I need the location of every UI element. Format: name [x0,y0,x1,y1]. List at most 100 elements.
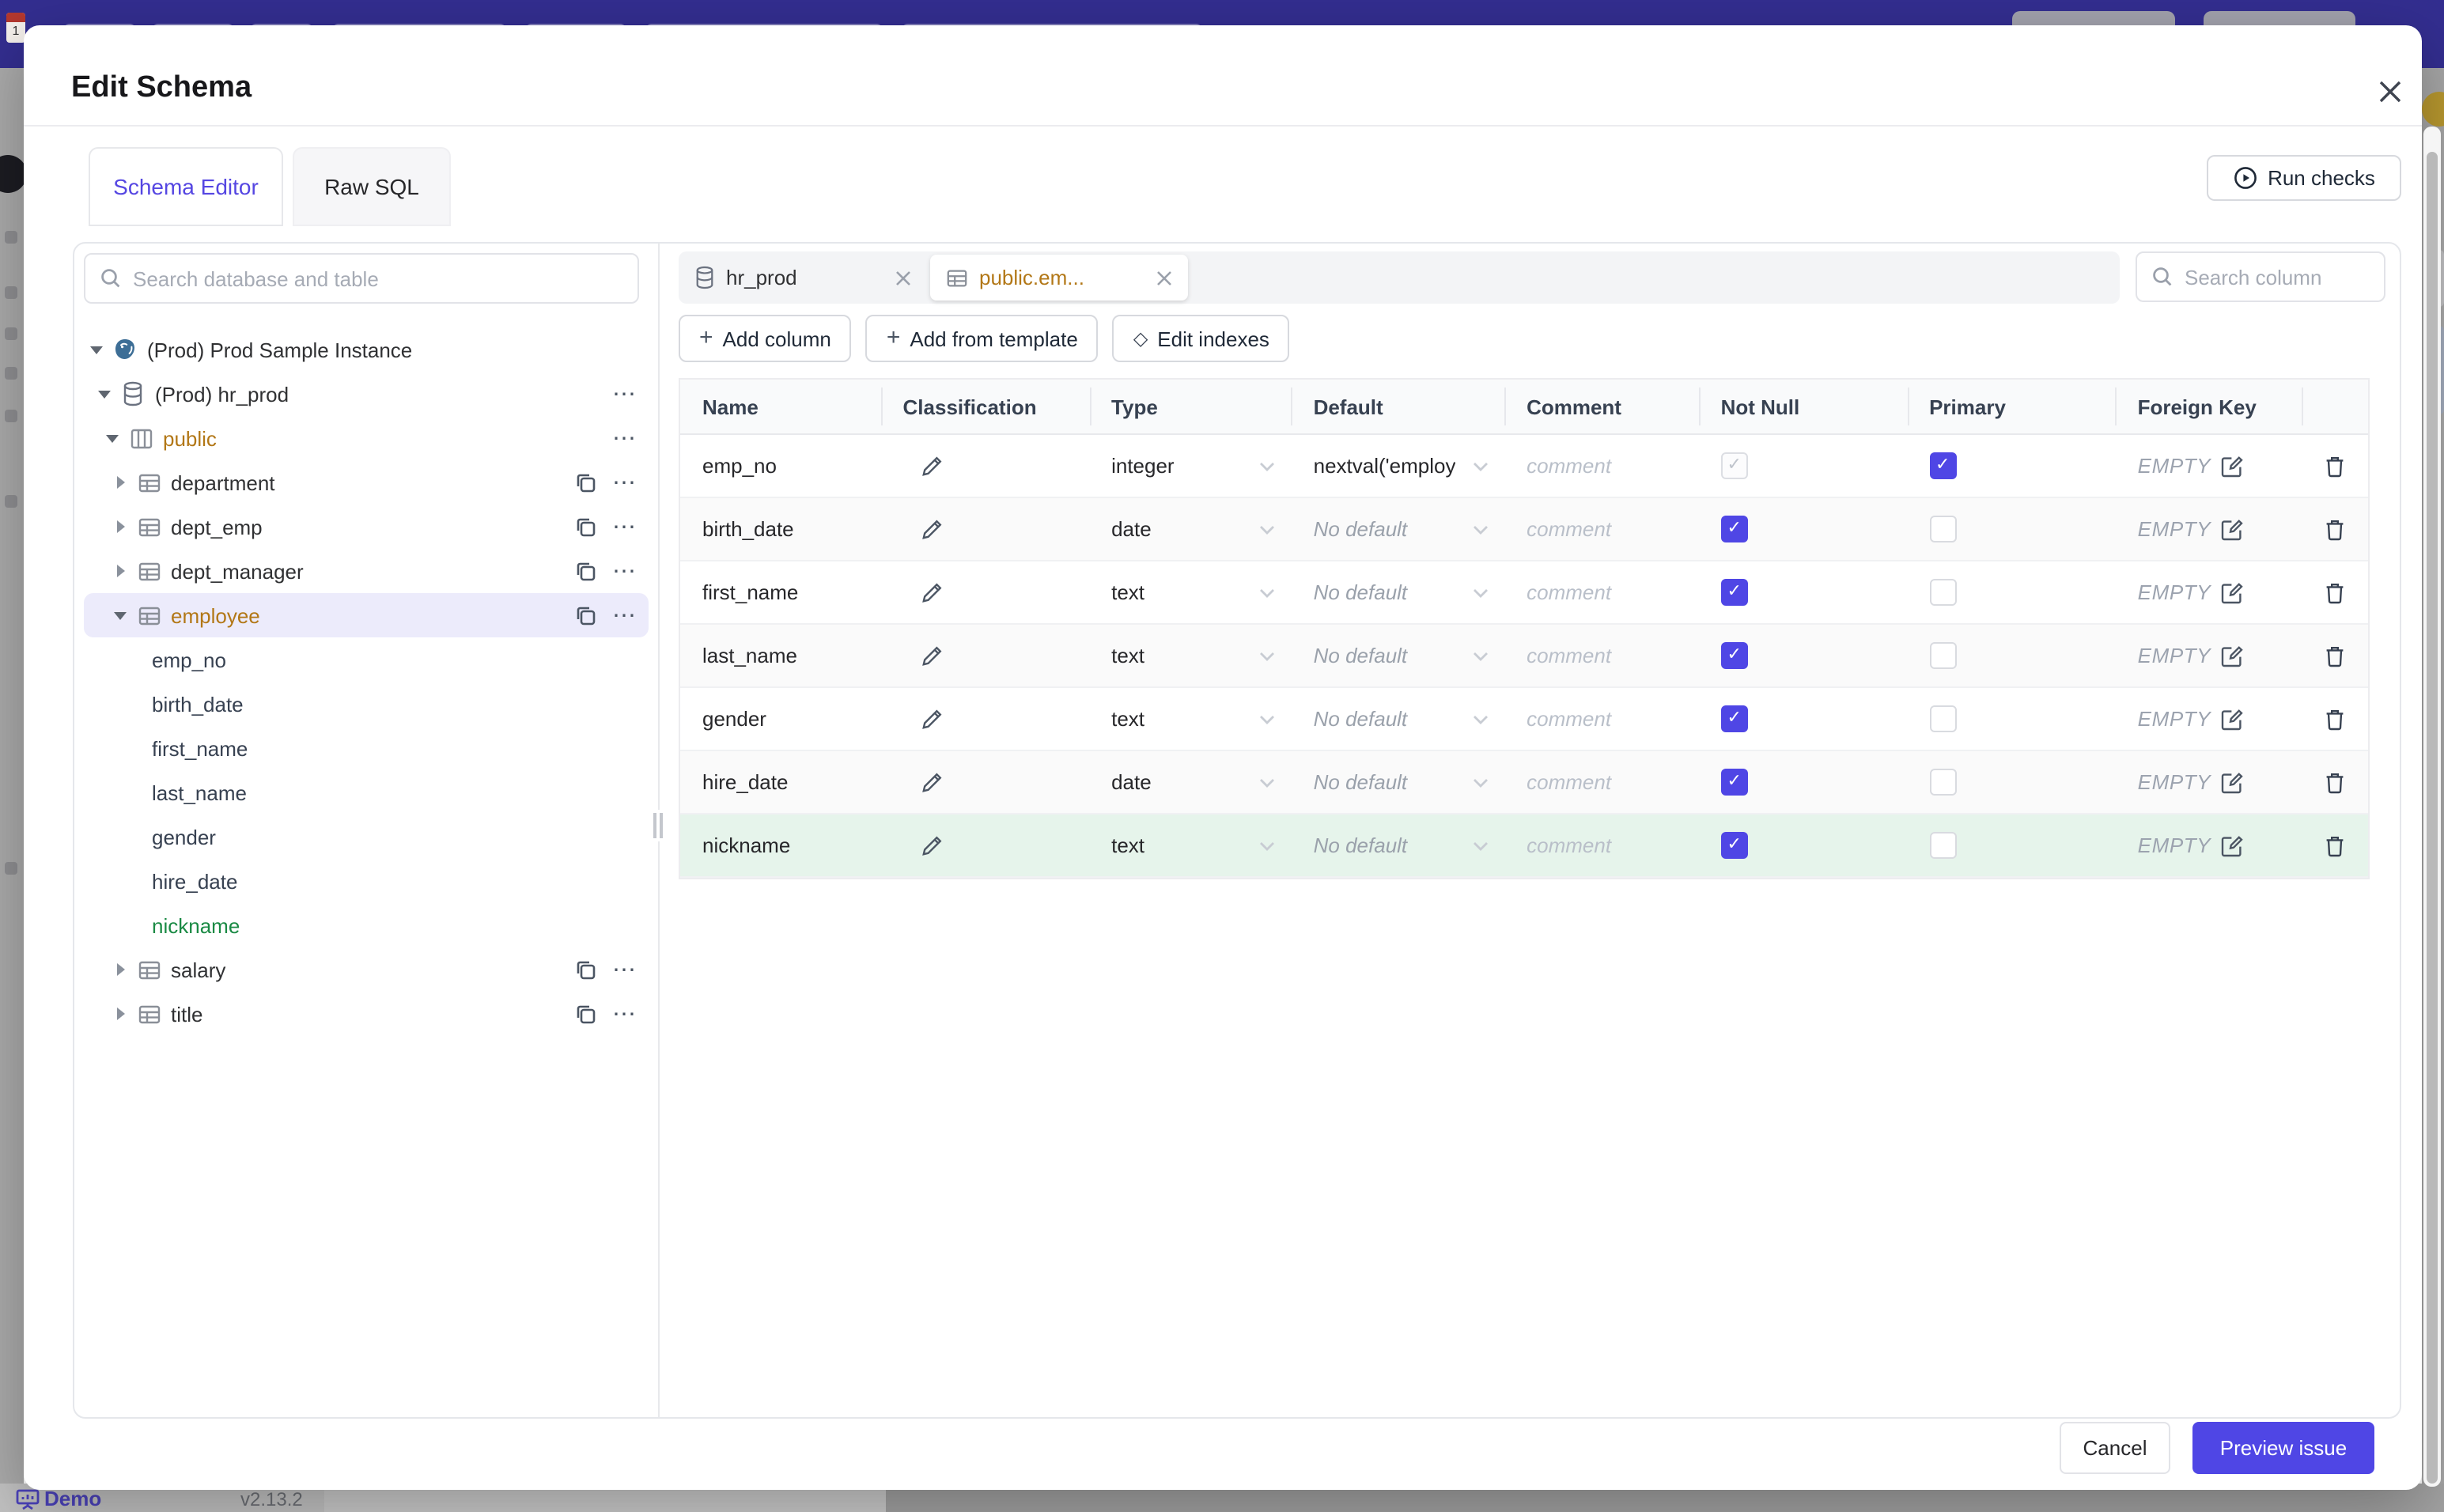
demo-link[interactable]: Demo [44,1487,101,1510]
trash-icon[interactable] [2325,834,2344,856]
tree-item-schema-public[interactable]: public ⋯ [84,416,649,460]
default-value[interactable]: No default [1314,770,1408,794]
comment-input[interactable]: comment [1504,707,1699,731]
column-name-cell[interactable]: gender [680,707,881,731]
primary-checkbox[interactable] [1929,516,1957,542]
close-icon[interactable] [895,270,911,285]
not-null-checkbox[interactable]: ✓ [1720,516,1748,542]
copy-icon[interactable] [574,604,596,626]
comment-input[interactable]: comment [1504,517,1699,541]
classification-cell[interactable] [881,518,1090,540]
tree-item-table-title[interactable]: title ⋯ [84,992,649,1036]
trash-icon[interactable] [2325,644,2344,667]
trash-icon[interactable] [2325,455,2344,477]
tree-item-database-hr-prod[interactable]: (Prod) hr_prod ⋯ [84,372,649,416]
comment-input[interactable]: comment [1504,580,1699,604]
tab-chip-public-employee[interactable]: public.em... [930,255,1188,301]
delete-column-cell[interactable] [2302,708,2368,730]
foreign-key-cell[interactable]: EMPTY [2116,707,2302,731]
foreign-key-cell[interactable]: EMPTY [2116,644,2302,667]
tree-item-column-hire-date[interactable]: hire_date [84,859,649,903]
column-name-cell[interactable]: emp_no [680,454,881,478]
default-select[interactable]: No default [1292,517,1505,541]
tree-item-column-birth-date[interactable]: birth_date [84,682,649,726]
chevron-right-icon[interactable] [111,565,130,577]
default-value[interactable]: No default [1314,644,1408,667]
tree-item-table-dept-emp[interactable]: dept_emp ⋯ [84,505,649,549]
trash-icon[interactable] [2325,771,2344,793]
trash-icon[interactable] [2325,518,2344,540]
default-value[interactable]: No default [1314,580,1408,604]
edit-icon[interactable] [2220,771,2242,793]
column-search-input[interactable]: Search column [2136,251,2385,302]
delete-column-cell[interactable] [2302,771,2368,793]
tree-item-column-first-name[interactable]: first_name [84,726,649,770]
classification-cell[interactable] [881,708,1090,730]
comment-input[interactable]: comment [1504,454,1699,478]
delete-column-cell[interactable] [2302,518,2368,540]
chevron-down-icon[interactable] [111,611,130,619]
pencil-icon[interactable] [921,644,943,667]
foreign-key-cell[interactable]: EMPTY [2116,517,2302,541]
not-null-checkbox[interactable]: ✓ [1720,705,1748,732]
edit-icon[interactable] [2220,708,2242,730]
tree-item-column-emp-no[interactable]: emp_no [84,637,649,682]
classification-cell[interactable] [881,455,1090,477]
comment-input[interactable]: comment [1504,644,1699,667]
edit-icon[interactable] [2220,581,2242,603]
cancel-button[interactable]: Cancel [2060,1422,2170,1474]
pencil-icon[interactable] [921,834,943,856]
primary-checkbox[interactable]: ✓ [1929,452,1957,479]
copy-icon[interactable] [574,560,596,582]
type-select[interactable]: text [1089,707,1292,731]
chevron-down-icon[interactable] [87,346,106,353]
default-select[interactable]: No default [1292,770,1505,794]
foreign-key-cell[interactable]: EMPTY [2116,580,2302,604]
more-actions-icon[interactable]: ⋯ [612,557,637,585]
tab-raw-sql[interactable]: Raw SQL [293,147,451,226]
not-null-checkbox[interactable]: ✓ [1720,579,1748,606]
more-actions-icon[interactable]: ⋯ [612,512,637,541]
type-select[interactable]: text [1089,580,1292,604]
pencil-icon[interactable] [921,455,943,477]
classification-cell[interactable] [881,771,1090,793]
edit-icon[interactable] [2220,834,2242,856]
column-name-cell[interactable]: first_name [680,580,881,604]
foreign-key-cell[interactable]: EMPTY [2116,833,2302,857]
tree-item-table-dept-manager[interactable]: dept_manager ⋯ [84,549,649,593]
delete-column-cell[interactable] [2302,455,2368,477]
default-value[interactable]: No default [1314,707,1408,731]
database-search-input[interactable]: Search database and table [84,253,639,304]
copy-icon[interactable] [574,958,596,981]
foreign-key-cell[interactable]: EMPTY [2116,770,2302,794]
primary-checkbox[interactable] [1929,642,1957,669]
default-select[interactable]: nextval('employ [1292,454,1505,478]
edit-indexes-button[interactable]: ◇ Edit indexes [1112,315,1290,362]
run-checks-button[interactable]: Run checks [2207,155,2401,201]
pencil-icon[interactable] [921,581,943,603]
delete-column-cell[interactable] [2302,834,2368,856]
copy-icon[interactable] [574,471,596,493]
foreign-key-cell[interactable]: EMPTY [2116,454,2302,478]
column-name-cell[interactable]: hire_date [680,770,881,794]
more-actions-icon[interactable]: ⋯ [612,380,637,408]
not-null-checkbox[interactable]: ✓ [1720,769,1748,796]
default-select[interactable]: No default [1292,580,1505,604]
primary-checkbox[interactable] [1929,705,1957,732]
default-select[interactable]: No default [1292,644,1505,667]
default-value[interactable]: No default [1314,517,1408,541]
not-null-checkbox[interactable]: ✓ [1720,642,1748,669]
add-column-button[interactable]: + Add column [679,315,852,362]
copy-icon[interactable] [574,1003,596,1025]
type-select[interactable]: text [1089,644,1292,667]
edit-icon[interactable] [2220,644,2242,667]
delete-column-cell[interactable] [2302,581,2368,603]
delete-column-cell[interactable] [2302,644,2368,667]
default-value[interactable]: nextval('employ [1314,454,1456,478]
comment-input[interactable]: comment [1504,770,1699,794]
trash-icon[interactable] [2325,708,2344,730]
tab-schema-editor[interactable]: Schema Editor [89,147,283,226]
tree-item-table-department[interactable]: department ⋯ [84,460,649,505]
default-select[interactable]: No default [1292,833,1505,857]
tab-chip-hr-prod[interactable]: hr_prod [679,251,927,304]
